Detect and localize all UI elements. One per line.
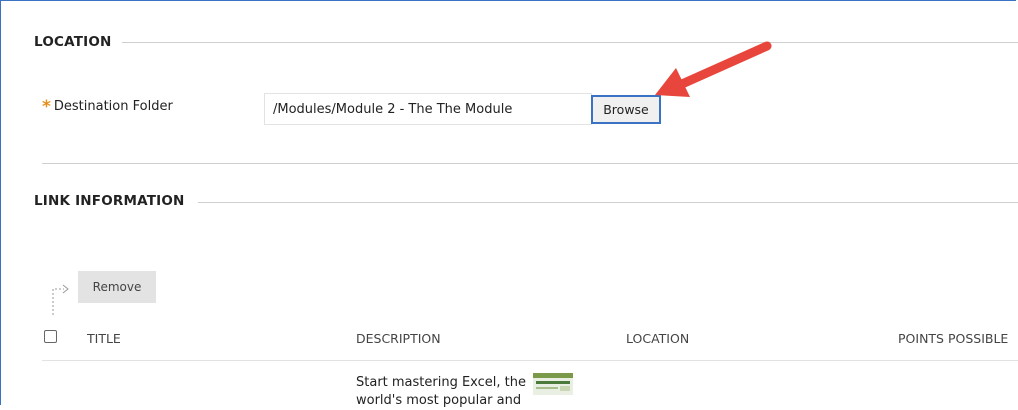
link-information-section-title: LINK INFORMATION [34, 193, 185, 209]
location-title-divider [122, 42, 1018, 43]
required-star-icon: * [42, 97, 51, 117]
table-header-divider [42, 360, 1018, 361]
select-all-checkbox[interactable] [44, 330, 57, 343]
column-header-location[interactable]: LOCATION [626, 331, 689, 346]
destination-folder-input[interactable] [264, 93, 592, 125]
destination-folder-label-text: Destination Folder [53, 99, 173, 114]
annotation-arrow-icon [655, 41, 772, 97]
section-divider [42, 163, 1018, 164]
link-information-title-divider [198, 202, 1018, 203]
destination-folder-label: * Destination Folder [42, 95, 173, 117]
course-thumbnail-icon [533, 373, 573, 395]
column-header-points-possible[interactable]: POINTS POSSIBLE [898, 331, 1008, 346]
column-header-title[interactable]: TITLE [87, 331, 121, 346]
location-section-title: LOCATION [34, 34, 112, 50]
remove-button[interactable]: Remove [78, 271, 156, 303]
column-header-description[interactable]: DESCRIPTION [356, 331, 441, 346]
row-description: Start mastering Excel, the world's most … [356, 375, 527, 408]
bulk-action-connector-icon [52, 284, 69, 315]
